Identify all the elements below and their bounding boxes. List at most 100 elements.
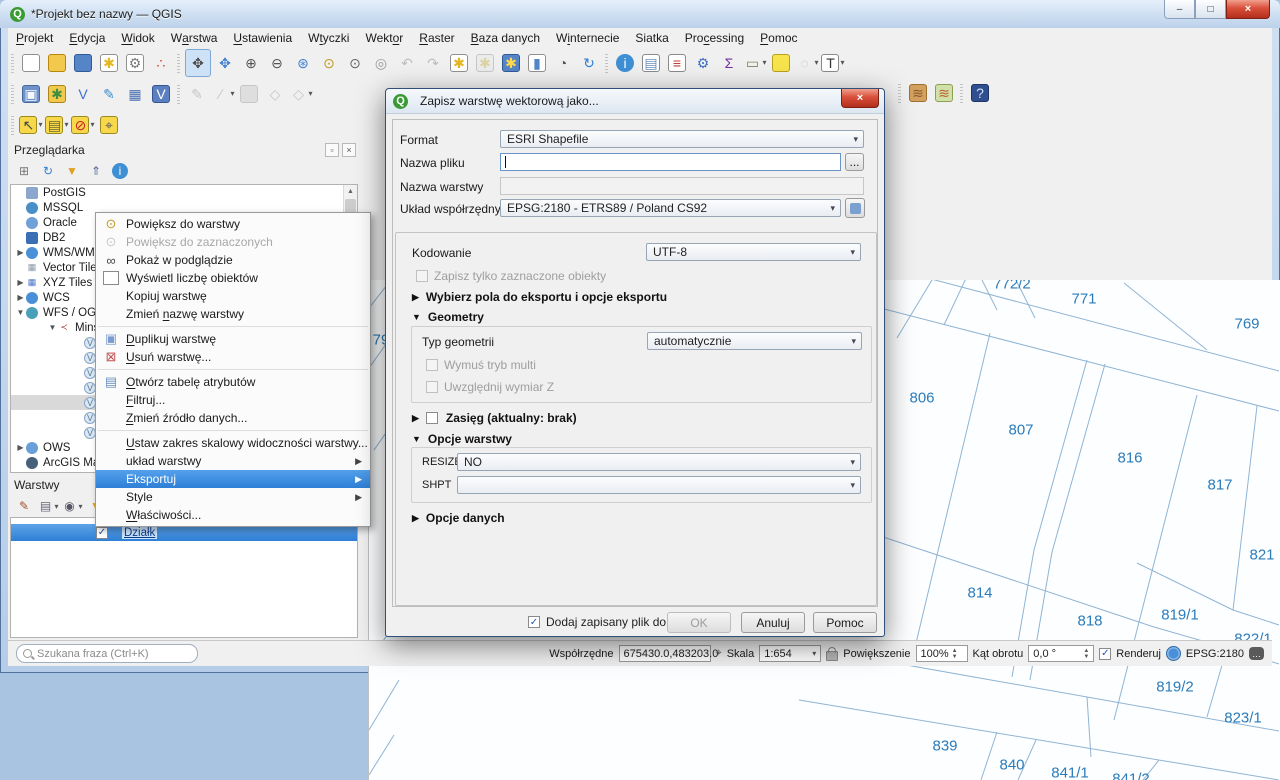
map-tips-icon[interactable]: [769, 50, 793, 76]
pan-to-selection-icon[interactable]: ✥: [213, 50, 237, 76]
vertex-tool-dropdown-icon[interactable]: ▾: [308, 89, 312, 98]
float-panel-icon[interactable]: ▫: [325, 143, 339, 157]
select-features-icon[interactable]: ↖▾: [19, 112, 43, 138]
context-item-kopiuj-warstwę[interactable]: Kopiuj warstwę: [96, 287, 370, 305]
scale-combo[interactable]: 1:654 ▾: [759, 645, 821, 662]
tree-item-postgis[interactable]: PostGIS: [11, 185, 357, 200]
toolbar-handle[interactable]: [177, 53, 180, 73]
menu-w-internecie[interactable]: W internecie: [548, 28, 627, 47]
manage-layer-visibility-dropdown-icon[interactable]: ▾: [78, 502, 82, 511]
refresh-map-icon[interactable]: ↻: [577, 50, 601, 76]
render-checkbox[interactable]: ✓: [1099, 648, 1111, 660]
context-item-usuń-warstwę[interactable]: ⊠Usuń warstwę...: [96, 348, 370, 366]
context-item-układ-warstwy[interactable]: układ warstwy▶: [96, 452, 370, 470]
rotation-spinbox[interactable]: 0,0 ° ▲▼: [1028, 645, 1094, 662]
crs-picker-button[interactable]: [845, 198, 865, 218]
context-item-style[interactable]: Style▶: [96, 488, 370, 506]
temporal-controller-icon[interactable]: ◔: [551, 50, 575, 76]
context-item-powiększ-do-warstwy[interactable]: ⊙Powiększ do warstwy: [96, 215, 370, 233]
show-statistics-icon[interactable]: Σ: [717, 50, 741, 76]
count-features-checkbox[interactable]: [103, 271, 119, 285]
layout-manager-icon[interactable]: ⚙: [123, 50, 147, 76]
decorations-plugin-icon[interactable]: ≋: [906, 80, 930, 106]
context-item-zmień-nazwę-warstwy[interactable]: Zmień nazwę warstwy: [96, 305, 370, 323]
menu-baza-danych[interactable]: Baza danych: [463, 28, 548, 47]
toolbar-handle[interactable]: [177, 84, 180, 104]
context-item-właściwości[interactable]: Właściwości...: [96, 506, 370, 524]
format-combo[interactable]: ESRI Shapefile: [500, 130, 864, 148]
magnifier-spinbox[interactable]: 100% ▲▼: [916, 645, 968, 662]
zoom-full-icon[interactable]: ⊛: [291, 50, 315, 76]
collapsed-arrow-icon[interactable]: ▶: [15, 248, 26, 257]
manage-layer-visibility-icon[interactable]: ◉▾: [61, 495, 83, 517]
save-project-icon[interactable]: [71, 50, 95, 76]
open-project-icon[interactable]: [45, 50, 69, 76]
identify-features-icon[interactable]: i: [613, 50, 637, 76]
add-to-map-checkbox[interactable]: ✓: [528, 616, 540, 628]
shpt-combo[interactable]: [457, 476, 861, 494]
collapsed-arrow-icon[interactable]: ▶: [15, 278, 26, 287]
expanded-arrow-icon[interactable]: ▼: [15, 308, 26, 317]
section-fields[interactable]: ▶ Wybierz pola do eksportu i opcje ekspo…: [412, 290, 667, 304]
maximize-button[interactable]: □: [1195, 0, 1226, 19]
measure-line-icon[interactable]: ▭▾: [743, 50, 767, 76]
select-by-location-icon[interactable]: ⌖: [97, 112, 121, 138]
extent-checkbox[interactable]: [426, 412, 438, 424]
context-item-otwórz-tabelę-atrybutów[interactable]: ▤Otwórz tabelę atrybutów: [96, 373, 370, 391]
manage-map-themes-dropdown-icon[interactable]: ▾: [54, 502, 58, 511]
encoding-combo[interactable]: UTF-8: [646, 243, 861, 261]
zoom-in-icon[interactable]: ⊕: [239, 50, 263, 76]
messages-icon[interactable]: …: [1249, 647, 1264, 660]
crs-combo[interactable]: EPSG:2180 - ETRS89 / Poland CS92: [500, 199, 841, 217]
spinner-arrows-icon[interactable]: ▲▼: [952, 648, 958, 660]
menu-processing[interactable]: Processing: [677, 28, 752, 47]
menu-projekt[interactable]: Projekt: [8, 28, 61, 47]
toolbar-handle[interactable]: [605, 53, 608, 73]
ok-button[interactable]: OK: [667, 612, 731, 633]
georeferencer-plugin-icon[interactable]: ≋: [932, 80, 956, 106]
section-geometry[interactable]: ▼ Geometry: [412, 310, 484, 324]
toolbar-handle[interactable]: [960, 83, 963, 103]
new-map-view-icon[interactable]: ✱: [447, 50, 471, 76]
resize-combo[interactable]: NO: [457, 453, 861, 471]
help-button[interactable]: Pomoc: [813, 612, 877, 633]
collapse-all-icon[interactable]: ⇑: [85, 160, 107, 182]
text-annotation-icon[interactable]: T▾: [821, 50, 845, 76]
show-bookmarks-icon[interactable]: ▮: [525, 50, 549, 76]
collapsed-arrow-icon[interactable]: ▶: [15, 443, 26, 452]
style-manager-icon[interactable]: ∴: [149, 50, 173, 76]
lock-scale-icon[interactable]: [826, 651, 838, 661]
search-dropdown-icon[interactable]: ▾: [814, 58, 818, 67]
properties-widget-icon[interactable]: i: [109, 160, 131, 182]
context-item-ustaw-zakres-skalowy-widoczności-warstwy[interactable]: Ustaw zakres skalowy widoczności warstwy…: [96, 434, 370, 452]
deselect-features-dropdown-icon[interactable]: ▾: [90, 120, 94, 129]
crs-globe-icon[interactable]: [1166, 646, 1181, 661]
statistical-summary-icon[interactable]: ≡: [665, 50, 689, 76]
section-extent[interactable]: ▶ Zasięg (aktualny: brak): [412, 411, 577, 425]
select-features-by-value-icon[interactable]: ▤▾: [45, 112, 69, 138]
dialog-title-bar[interactable]: Q Zapisz warstwę wektorową jako...: [386, 89, 884, 114]
dialog-close-button[interactable]: ×: [841, 89, 879, 108]
layer-visibility-checkbox[interactable]: ✓: [96, 527, 108, 539]
manage-map-themes-icon[interactable]: ▤▾: [37, 495, 59, 517]
help-contents-icon[interactable]: ?: [968, 80, 992, 106]
search-input[interactable]: Szukana fraza (Ctrl+K): [16, 644, 198, 663]
close-panel-icon[interactable]: ×: [342, 143, 356, 157]
new-virtual-layer-icon[interactable]: V: [149, 81, 173, 107]
cancel-button[interactable]: Anuluj: [741, 612, 805, 633]
new-project-icon[interactable]: [19, 50, 43, 76]
open-attribute-table-icon[interactable]: ▤: [639, 50, 663, 76]
spinner-arrows-icon[interactable]: ▲▼: [1083, 648, 1089, 660]
toolbar-handle[interactable]: [11, 115, 14, 135]
filter-browser-icon[interactable]: ▼: [61, 160, 83, 182]
menu-ustawienia[interactable]: Ustawienia: [225, 28, 300, 47]
zoom-out-icon[interactable]: ⊖: [265, 50, 289, 76]
browse-button[interactable]: ...: [845, 153, 864, 171]
scroll-up-icon[interactable]: ▲: [344, 185, 357, 198]
menu-pomoc[interactable]: Pomoc: [752, 28, 805, 47]
context-item-eksportuj[interactable]: Eksportuj▶: [96, 470, 370, 488]
refresh-browser-icon[interactable]: ↻: [37, 160, 59, 182]
menu-siatka[interactable]: Siatka: [627, 28, 676, 47]
new-geojson-layer-icon[interactable]: ✎: [97, 81, 121, 107]
new-geopackage-layer-icon[interactable]: ✱: [45, 81, 69, 107]
